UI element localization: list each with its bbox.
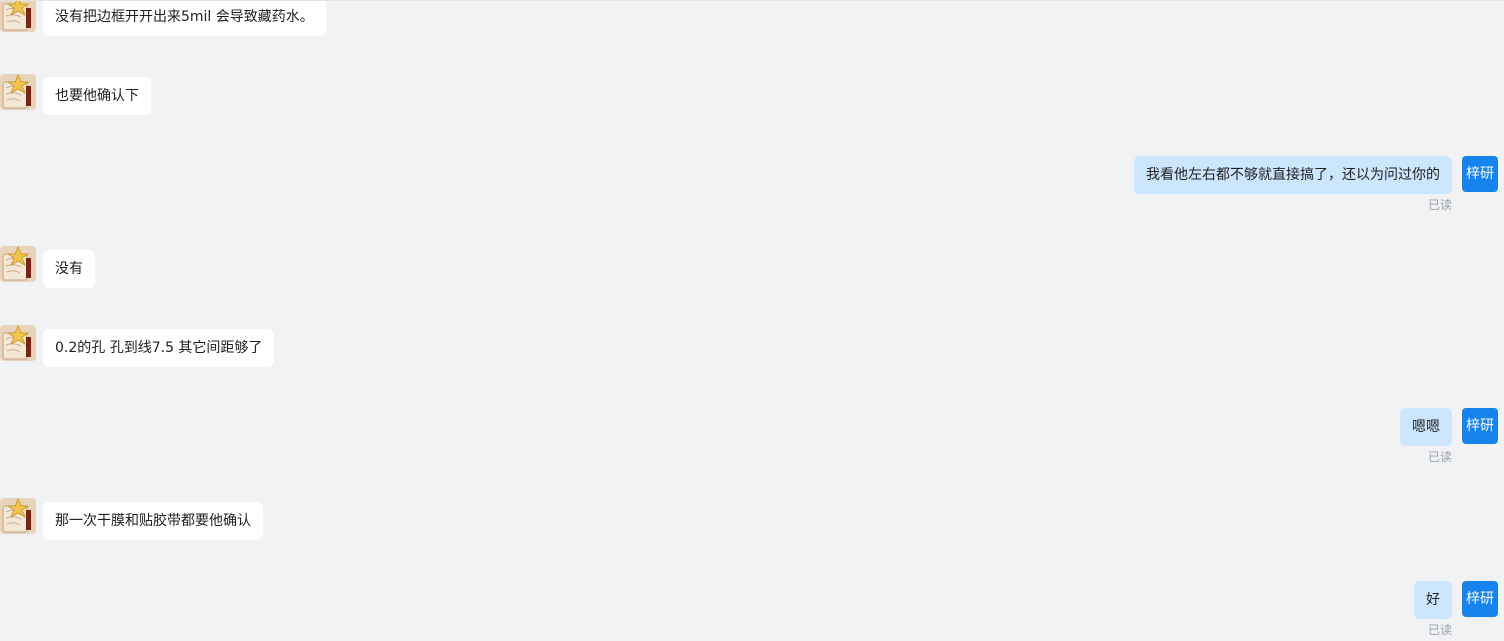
- parchment-star-avatar-icon: [0, 325, 36, 361]
- self-avatar[interactable]: 梓研: [1462, 581, 1498, 617]
- incoming-message-bubble[interactable]: 0.2的孔 孔到线7.5 其它间距够了: [43, 329, 275, 367]
- parchment-star-avatar-icon: [0, 498, 36, 534]
- message-row-outgoing: 嗯嗯 已读 梓研: [0, 408, 1504, 466]
- message-row-incoming: 也要他确认下: [0, 74, 1504, 117]
- outgoing-message-bubble[interactable]: 我看他左右都不够就直接搞了，还以为问过你的: [1134, 156, 1452, 194]
- message-row-outgoing: 好 已读 梓研: [0, 581, 1504, 639]
- message-row-incoming: 0.2的孔 孔到线7.5 其它间距够了: [0, 325, 1504, 369]
- contact-avatar[interactable]: [0, 246, 36, 282]
- message-row-outgoing: 我看他左右都不够就直接搞了，还以为问过你的 已读 梓研: [0, 156, 1504, 214]
- incoming-message-bubble[interactable]: 那一次干膜和贴胶带都要他确认: [43, 502, 263, 540]
- outgoing-message-bubble[interactable]: 嗯嗯: [1400, 408, 1452, 446]
- self-avatar[interactable]: 梓研: [1462, 408, 1498, 444]
- message-row-incoming: 没有把边框开开出来5mil 会导致藏药水。: [0, 1, 1504, 36]
- parchment-star-avatar-icon: [0, 1, 36, 32]
- incoming-message-bubble[interactable]: 也要他确认下: [43, 77, 151, 115]
- read-status: 已读: [1427, 623, 1452, 637]
- self-avatar[interactable]: 梓研: [1462, 156, 1498, 192]
- contact-avatar[interactable]: [0, 74, 36, 110]
- read-status: 已读: [1427, 198, 1452, 212]
- contact-avatar[interactable]: [0, 498, 36, 534]
- contact-avatar[interactable]: [0, 325, 36, 361]
- parchment-star-avatar-icon: [0, 74, 36, 110]
- message-row-incoming: 那一次干膜和贴胶带都要他确认: [0, 498, 1504, 542]
- parchment-star-avatar-icon: [0, 246, 36, 282]
- message-row-incoming: 没有: [0, 246, 1504, 290]
- contact-avatar[interactable]: [0, 1, 36, 32]
- incoming-message-bubble[interactable]: 没有把边框开开出来5mil 会导致藏药水。: [43, 1, 326, 36]
- outgoing-message-bubble[interactable]: 好: [1414, 581, 1452, 619]
- chat-message-list[interactable]: 没有把边框开开出来5mil 会导致藏药水。 也要他确认下 我看他左右都不够就直接…: [0, 0, 1504, 641]
- incoming-message-bubble[interactable]: 没有: [43, 250, 95, 288]
- read-status: 已读: [1427, 450, 1452, 464]
